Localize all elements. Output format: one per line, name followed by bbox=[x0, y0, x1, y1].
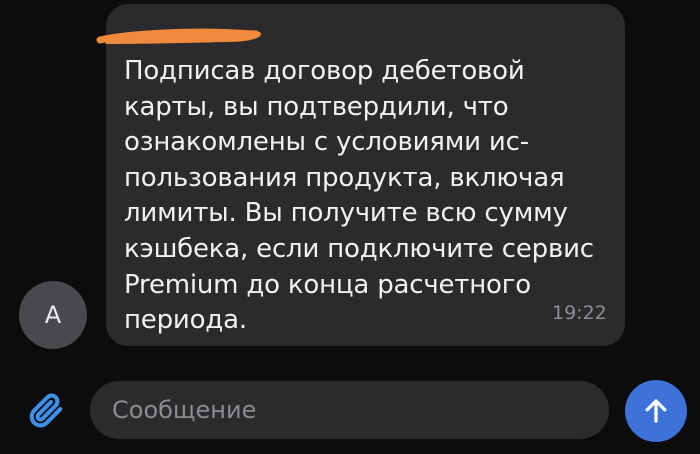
chat-screen: A Подписав договор дебетовой карты, вы п… bbox=[0, 0, 700, 454]
sender-name-redaction bbox=[96, 28, 261, 44]
message-text: Подписав договор дебетовой карты, вы под… bbox=[124, 56, 594, 336]
attach-button[interactable] bbox=[26, 390, 66, 430]
avatar-initial: A bbox=[44, 301, 62, 329]
send-button[interactable] bbox=[625, 380, 687, 442]
paperclip-icon bbox=[29, 393, 63, 428]
message-time: 19:22 bbox=[552, 302, 607, 324]
message-input[interactable] bbox=[90, 381, 609, 439]
arrow-up-icon bbox=[645, 399, 667, 423]
avatar[interactable]: A bbox=[19, 281, 87, 349]
